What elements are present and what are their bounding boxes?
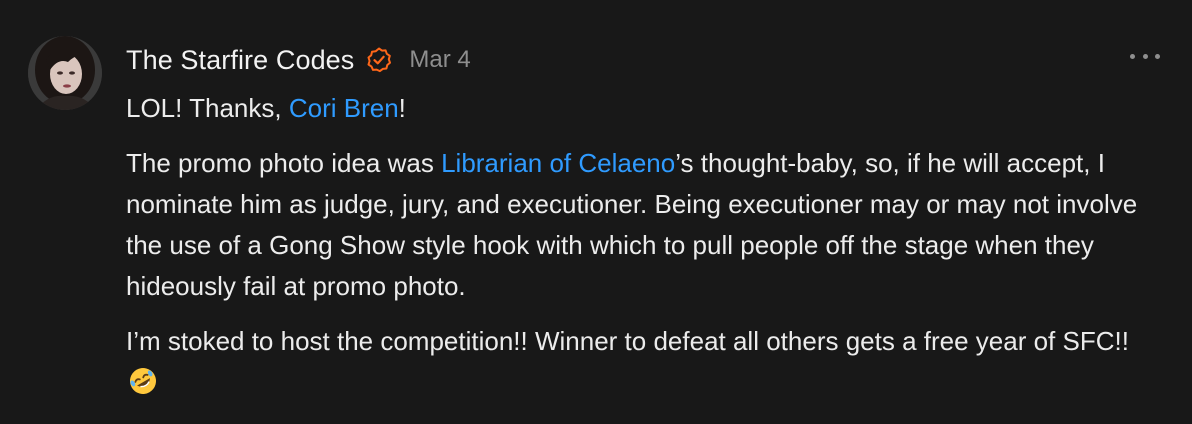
text-segment: ! <box>398 93 406 123</box>
text-segment: LOL! Thanks, <box>126 93 289 123</box>
author-name[interactable]: The Starfire Codes <box>126 45 354 76</box>
ellipsis-dot <box>1130 53 1135 59</box>
comment-paragraph-3: I’m stoked to host the competition!! Win… <box>126 321 1166 403</box>
rolling-on-floor-laughing-emoji-icon <box>128 366 158 396</box>
mention-link-librarian-of-celaeno[interactable]: Librarian of Celaeno <box>441 148 675 178</box>
text-segment: I’m stoked to host the competition!! Win… <box>126 326 1129 356</box>
comment-paragraph-1: LOL! Thanks, Cori Bren! <box>126 88 1166 129</box>
comment-paragraph-2: The promo photo idea was Librarian of Ce… <box>126 143 1166 307</box>
avatar-image <box>28 36 102 110</box>
ellipsis-dot <box>1142 53 1148 59</box>
verified-badge-icon <box>366 47 392 73</box>
avatar[interactable] <box>28 36 102 110</box>
comment-body: LOL! Thanks, Cori Bren! The promo photo … <box>126 88 1166 417</box>
comment-date[interactable]: Mar 4 <box>409 46 470 74</box>
mention-link-cori-bren[interactable]: Cori Bren <box>289 93 399 123</box>
comment: The Starfire Codes Mar 4 LOL! Thanks, Co… <box>0 0 1192 424</box>
ellipsis-dot <box>1155 53 1160 59</box>
comment-header: The Starfire Codes Mar 4 <box>126 40 471 80</box>
text-segment: The promo photo idea was <box>126 148 442 178</box>
more-options-button[interactable] <box>1130 48 1160 64</box>
